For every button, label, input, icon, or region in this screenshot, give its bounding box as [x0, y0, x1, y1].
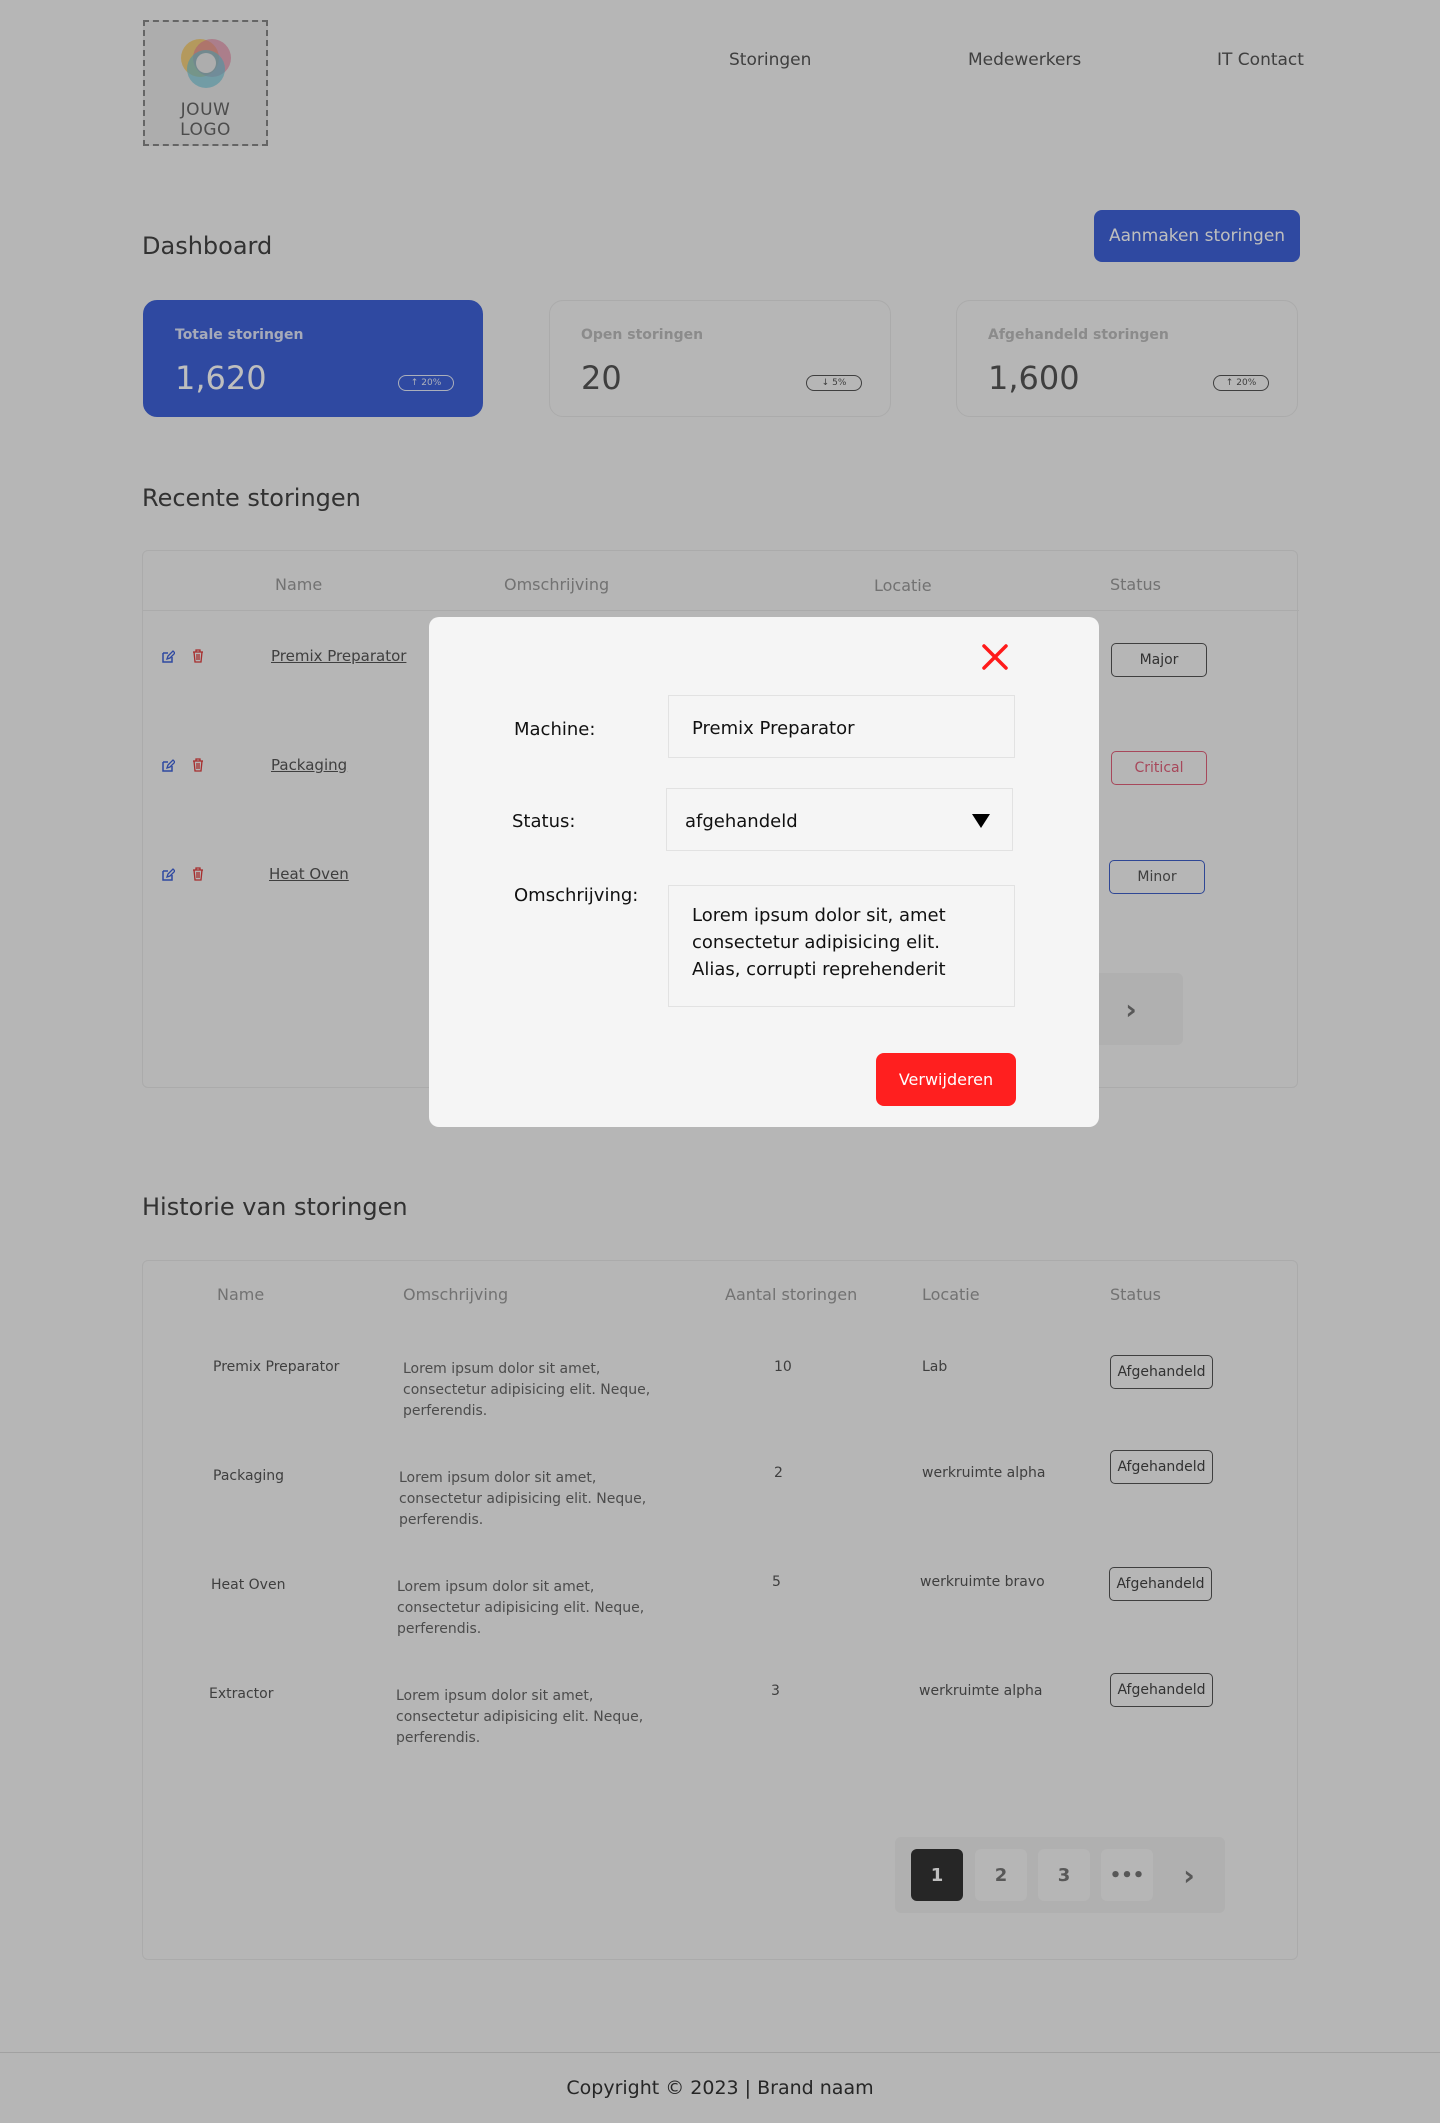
status-label: Status: — [512, 811, 576, 832]
status-value: afgehandeld — [685, 811, 798, 832]
status-select[interactable]: afgehandeld — [666, 788, 1013, 851]
machine-field[interactable]: Premix Preparator — [668, 695, 1015, 758]
description-value: Lorem ipsum dolor sit, amet consectetur … — [692, 905, 946, 980]
machine-label: Machine: — [514, 719, 596, 740]
dropdown-arrow-icon — [972, 814, 990, 828]
close-icon[interactable] — [980, 642, 1010, 672]
machine-value: Premix Preparator — [692, 718, 855, 739]
description-label: Omschrijving: — [514, 885, 639, 906]
delete-button[interactable]: Verwijderen — [876, 1053, 1016, 1106]
description-textarea[interactable]: Lorem ipsum dolor sit, amet consectetur … — [668, 885, 1015, 1007]
edit-storing-modal: Machine: Premix Preparator Status: afgeh… — [429, 617, 1099, 1127]
